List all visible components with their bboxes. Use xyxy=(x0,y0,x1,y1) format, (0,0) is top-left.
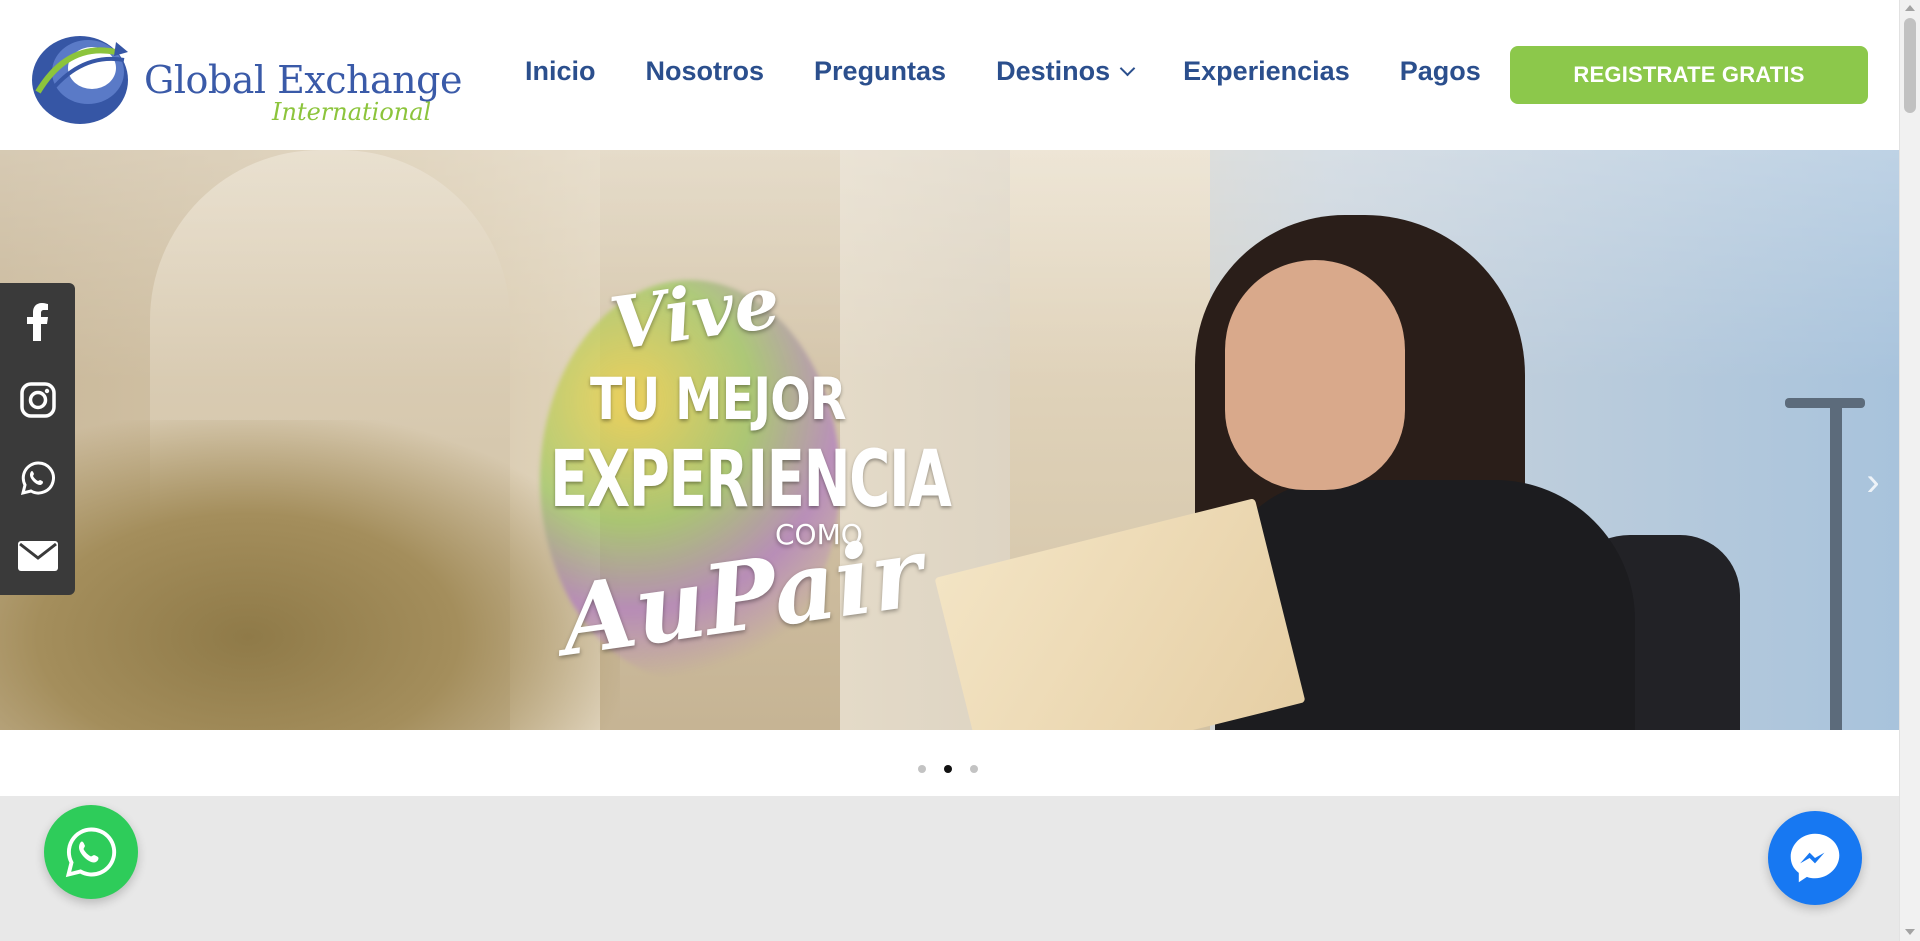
nav-label: Preguntas xyxy=(814,56,947,86)
slider-dot-3[interactable] xyxy=(970,765,978,773)
whatsapp-link[interactable] xyxy=(0,439,75,517)
social-sidebar xyxy=(0,283,75,595)
scroll-down-icon[interactable] xyxy=(1905,929,1915,935)
messenger-chat-button[interactable] xyxy=(1768,811,1862,905)
content-section xyxy=(0,796,1899,941)
whatsapp-icon xyxy=(65,827,117,878)
slider-dot-2[interactable] xyxy=(944,765,952,773)
page-scrollbar[interactable] xyxy=(1899,0,1920,941)
whatsapp-chat-button[interactable] xyxy=(44,805,138,899)
facebook-link[interactable] xyxy=(0,283,75,361)
logo-name: Global Exchange xyxy=(144,58,462,102)
nav-label: Nosotros xyxy=(645,56,765,86)
nav-label: Experiencias xyxy=(1183,56,1350,86)
email-link[interactable] xyxy=(0,517,75,595)
instagram-link[interactable] xyxy=(0,361,75,439)
facebook-icon xyxy=(26,303,48,341)
main-nav: Inicio Nosotros Preguntas Destinos Exper… xyxy=(525,56,1531,87)
nav-item-inicio[interactable]: Inicio xyxy=(525,56,596,87)
globe-logo-icon xyxy=(32,36,128,124)
nav-item-destinos[interactable]: Destinos xyxy=(996,56,1136,87)
scroll-thumb[interactable] xyxy=(1904,18,1916,113)
nav-item-experiencias[interactable]: Experiencias xyxy=(1183,56,1350,87)
slider-dot-1[interactable] xyxy=(918,765,926,773)
page: Global Exchange International Inicio Nos… xyxy=(0,0,1920,941)
hero-slider: Vive TU MEJOR EXPERIENCIA COMO AuPair › xyxy=(0,150,1899,730)
site-header: Global Exchange International Inicio Nos… xyxy=(0,0,1899,150)
woman-face xyxy=(1225,260,1405,490)
nav-label: Destinos xyxy=(996,56,1111,86)
logo-subtitle: International xyxy=(272,98,432,126)
nav-item-preguntas[interactable]: Preguntas xyxy=(814,56,946,87)
chevron-down-icon xyxy=(1119,60,1136,77)
slogan-experiencia: EXPERIENCIA xyxy=(550,435,952,525)
logo[interactable]: Global Exchange International xyxy=(28,22,462,127)
messenger-icon xyxy=(1790,833,1840,883)
nav-item-nosotros[interactable]: Nosotros xyxy=(646,56,765,87)
slogan-tu-mejor: TU MEJOR xyxy=(590,365,846,433)
whatsapp-icon xyxy=(20,461,55,496)
nav-label: Pagos xyxy=(1399,56,1481,86)
instagram-icon xyxy=(19,382,56,418)
street-lamp xyxy=(1830,400,1842,730)
slider-pagination xyxy=(918,765,978,773)
nav-label: Inicio xyxy=(525,56,596,86)
register-button[interactable]: REGISTRATE GRATIS xyxy=(1510,46,1868,104)
scroll-up-icon[interactable] xyxy=(1905,5,1915,11)
chevron-right-icon[interactable]: › xyxy=(1858,452,1888,512)
envelope-icon xyxy=(17,541,58,571)
nav-item-pagos[interactable]: Pagos xyxy=(1400,56,1481,87)
street-lamp-arm xyxy=(1785,398,1865,408)
hero-slogan: Vive TU MEJOR EXPERIENCIA COMO AuPair xyxy=(520,259,952,730)
